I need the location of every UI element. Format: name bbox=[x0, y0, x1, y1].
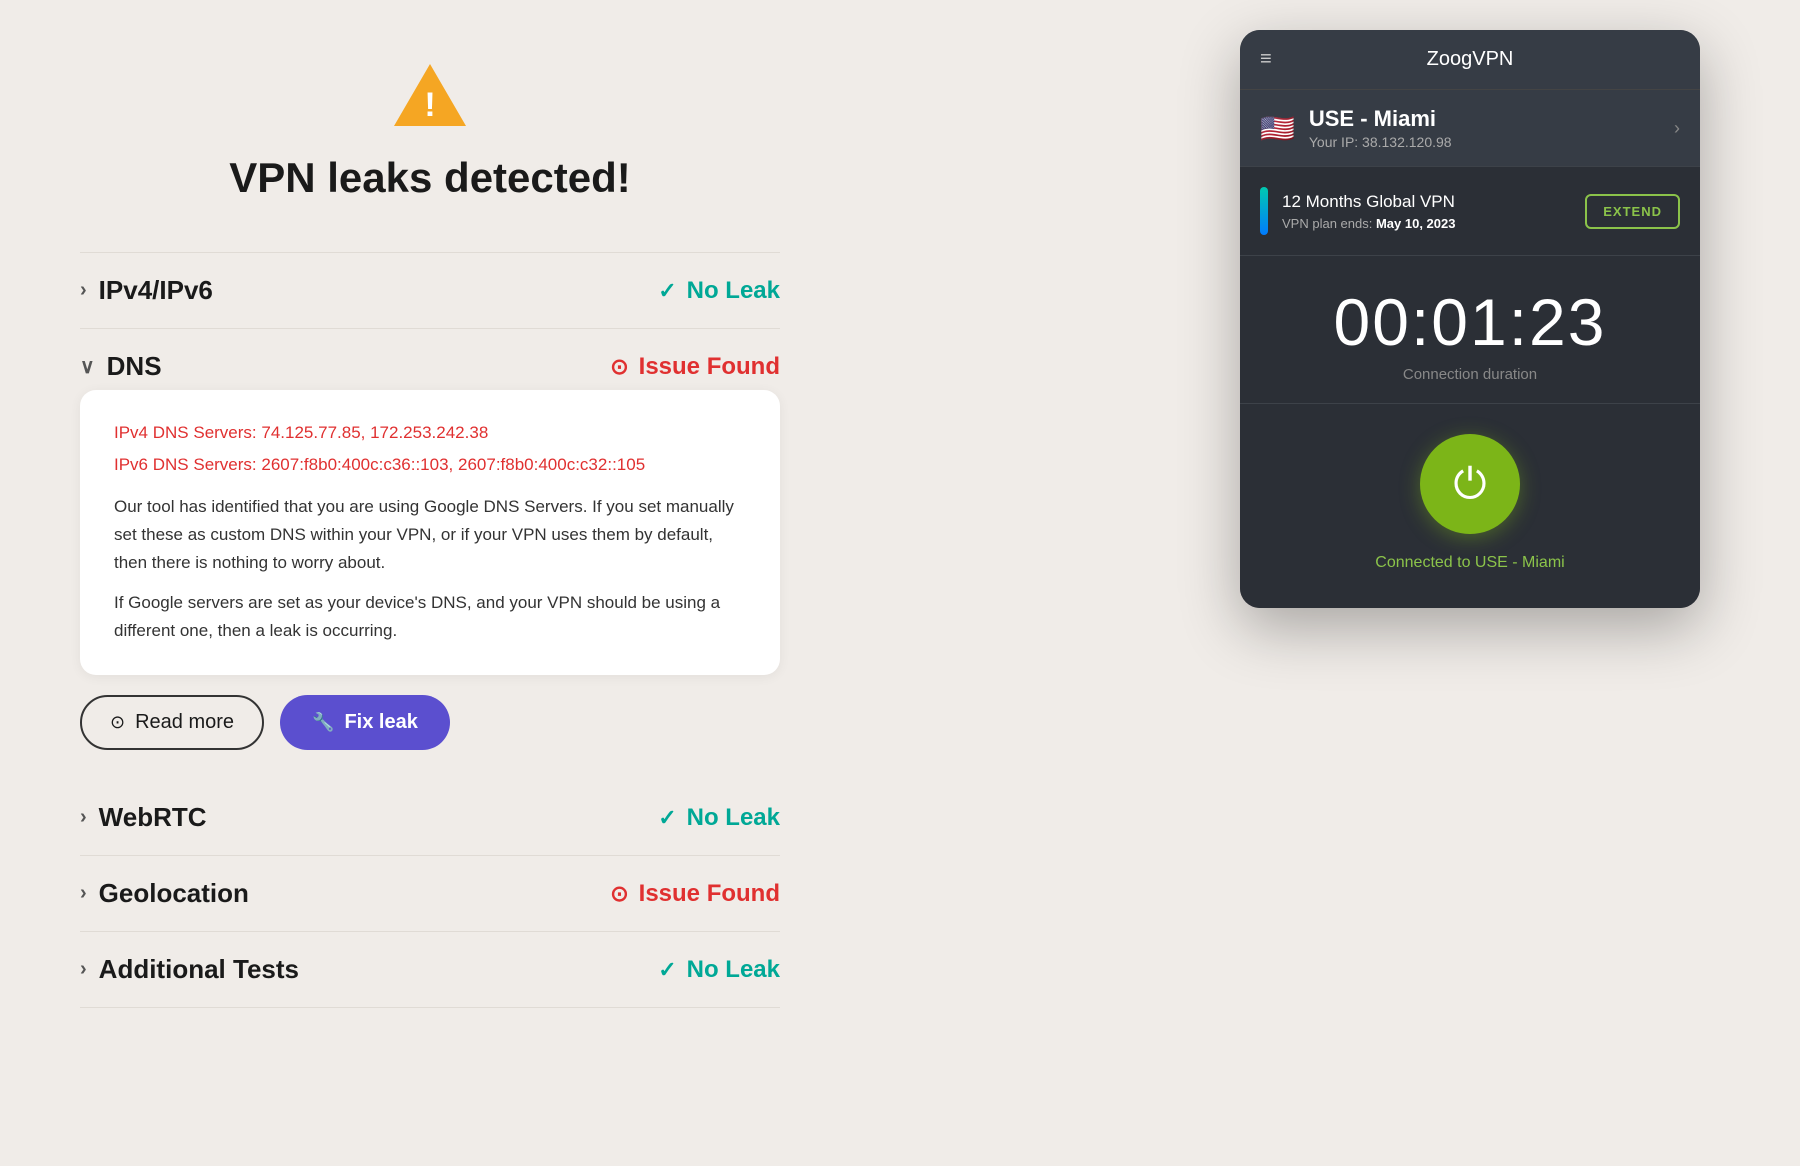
chevron-icon-additional: › bbox=[80, 958, 87, 981]
header-section: ! VPN leaks detected! bbox=[80, 60, 780, 202]
timer-display: 00:01:23 bbox=[1260, 284, 1680, 360]
location-ip: Your IP: 38.132.120.98 bbox=[1309, 134, 1452, 150]
vpn-timer-section: 00:01:23 Connection duration bbox=[1240, 255, 1700, 403]
dns-section: ∨ DNS ⊙ Issue Found IPv4 DNS Servers: 74… bbox=[80, 329, 780, 750]
test-row-additional[interactable]: › Additional Tests ✓ No Leak bbox=[80, 932, 780, 1008]
issue-icon-geolocation: ⊙ bbox=[610, 881, 628, 907]
test-status-additional: ✓ No Leak bbox=[658, 956, 780, 984]
wrench-icon: 🔧 bbox=[312, 712, 334, 733]
ipv6-servers-line: IPv6 DNS Servers: 2607:f8b0:400c:c36::10… bbox=[114, 452, 746, 478]
power-icon: ⏻ bbox=[1453, 460, 1486, 509]
read-more-button[interactable]: ⊙ Read more bbox=[80, 695, 264, 750]
vpn-connect-section: ⏻ Connected to USE - Miami bbox=[1240, 403, 1700, 608]
dns-description: Our tool has identified that you are usi… bbox=[114, 493, 746, 645]
warning-icon: ! bbox=[390, 60, 470, 130]
dns-row-header[interactable]: ∨ DNS ⊙ Issue Found bbox=[80, 329, 780, 390]
plan-ends: VPN plan ends: May 10, 2023 bbox=[1282, 216, 1455, 231]
ipv6-server-addresses: 2607:f8b0:400c:c36::103, 2607:f8b0:400c:… bbox=[261, 455, 645, 474]
dns-detail-card: IPv4 DNS Servers: 74.125.77.85, 172.253.… bbox=[80, 390, 780, 675]
power-button[interactable]: ⏻ bbox=[1420, 434, 1520, 534]
test-label-webrtc[interactable]: › WebRTC bbox=[80, 802, 207, 833]
location-info: USE - Miami Your IP: 38.132.120.98 bbox=[1309, 106, 1452, 150]
test-status-dns: ⊙ Issue Found bbox=[610, 353, 780, 381]
us-flag-icon: 🇺🇸 bbox=[1260, 112, 1295, 145]
vpn-app-title: ZoogVPN bbox=[1427, 48, 1514, 71]
location-name: USE - Miami bbox=[1309, 106, 1452, 132]
page-title: VPN leaks detected! bbox=[229, 154, 631, 202]
vpn-location-row[interactable]: 🇺🇸 USE - Miami Your IP: 38.132.120.98 › bbox=[1240, 89, 1700, 166]
test-status-webrtc: ✓ No Leak bbox=[658, 804, 780, 832]
test-row-webrtc[interactable]: › WebRTC ✓ No Leak bbox=[80, 780, 780, 856]
test-label-dns[interactable]: ∨ DNS bbox=[80, 351, 162, 382]
chevron-icon-webrtc: › bbox=[80, 806, 87, 829]
extend-button[interactable]: EXTEND bbox=[1585, 194, 1680, 229]
test-status-geolocation: ⊙ Issue Found bbox=[610, 880, 780, 908]
test-rows: › IPv4/IPv6 ✓ No Leak ∨ DNS ⊙ Issue Foun… bbox=[80, 252, 780, 1008]
test-row-geolocation[interactable]: › Geolocation ⊙ Issue Found bbox=[80, 856, 780, 932]
left-panel: ! VPN leaks detected! › IPv4/IPv6 ✓ No L… bbox=[0, 0, 860, 1166]
action-buttons: ⊙ Read more 🔧 Fix leak bbox=[80, 695, 780, 750]
vpn-location-left: 🇺🇸 USE - Miami Your IP: 38.132.120.98 bbox=[1260, 106, 1452, 150]
plan-indicator-bar bbox=[1260, 187, 1268, 235]
check-icon-additional: ✓ bbox=[658, 957, 676, 983]
timer-label: Connection duration bbox=[1260, 366, 1680, 383]
vpn-header: ≡ ZoogVPN bbox=[1240, 30, 1700, 89]
plan-name: 12 Months Global VPN bbox=[1282, 192, 1455, 212]
check-icon-ipv4ipv6: ✓ bbox=[658, 278, 676, 304]
chevron-icon-geolocation: › bbox=[80, 882, 87, 905]
chevron-icon-ipv4ipv6: › bbox=[80, 279, 87, 302]
test-status-ipv4ipv6: ✓ No Leak bbox=[658, 277, 780, 305]
info-icon: ⊙ bbox=[110, 712, 125, 733]
vpn-plan-section: 12 Months Global VPN VPN plan ends: May … bbox=[1240, 166, 1700, 255]
vpn-app-panel: ≡ ZoogVPN 🇺🇸 USE - Miami Your IP: 38.132… bbox=[1240, 30, 1700, 608]
ipv4-servers-line: IPv4 DNS Servers: 74.125.77.85, 172.253.… bbox=[114, 420, 746, 446]
connected-status-text: Connected to USE - Miami bbox=[1260, 554, 1680, 572]
plan-left: 12 Months Global VPN VPN plan ends: May … bbox=[1260, 187, 1455, 235]
test-label-geolocation[interactable]: › Geolocation bbox=[80, 878, 249, 909]
location-chevron-icon[interactable]: › bbox=[1674, 118, 1680, 139]
hamburger-icon[interactable]: ≡ bbox=[1260, 48, 1272, 71]
check-icon-webrtc: ✓ bbox=[658, 805, 676, 831]
test-label-ipv4ipv6[interactable]: › IPv4/IPv6 bbox=[80, 275, 213, 306]
fix-leak-button[interactable]: 🔧 Fix leak bbox=[280, 695, 450, 750]
svg-text:!: ! bbox=[424, 86, 435, 124]
test-row-ipv4ipv6[interactable]: › IPv4/IPv6 ✓ No Leak bbox=[80, 252, 780, 329]
plan-info: 12 Months Global VPN VPN plan ends: May … bbox=[1282, 192, 1455, 231]
issue-icon-dns: ⊙ bbox=[610, 354, 628, 380]
chevron-icon-dns: ∨ bbox=[80, 354, 95, 379]
test-label-additional[interactable]: › Additional Tests bbox=[80, 954, 299, 985]
ipv4-server-addresses: 74.125.77.85, 172.253.242.38 bbox=[261, 423, 488, 442]
